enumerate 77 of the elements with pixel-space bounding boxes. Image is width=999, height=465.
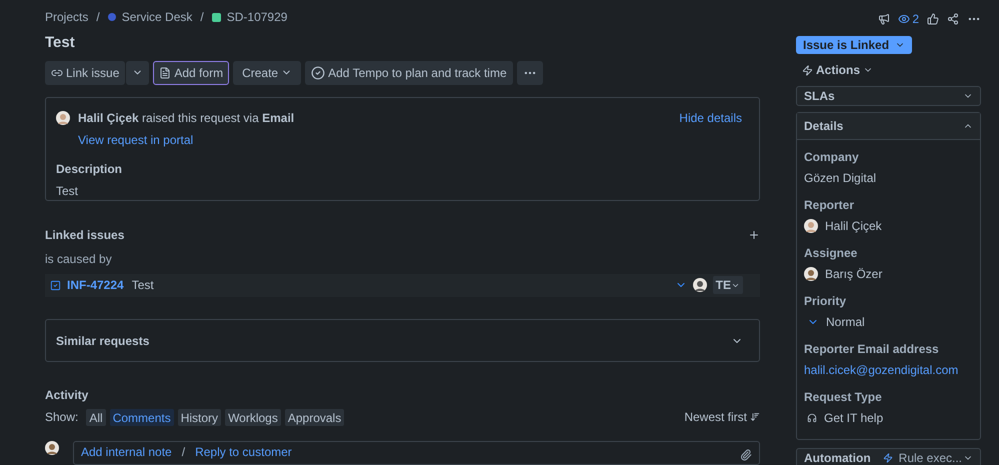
lightning-icon	[802, 64, 813, 76]
issue-title: Test	[45, 33, 76, 53]
panel-heading: SLAs	[804, 88, 835, 105]
field-label: Priority	[804, 293, 848, 310]
field-label: Request Type	[804, 389, 883, 406]
filter-tab[interactable]: All	[86, 408, 106, 426]
hide-details-link[interactable]: Hide details	[679, 108, 742, 126]
project-icon	[108, 13, 116, 21]
comment-box[interactable]: Add internal note / Reply to customer	[73, 441, 760, 465]
tempo-button[interactable]: Add Tempo to plan and track time	[305, 60, 513, 84]
avatar	[804, 219, 818, 233]
linked-issue-row[interactable]: INF-47224 Test TE	[45, 274, 760, 298]
avatar	[45, 441, 59, 455]
description-label: Description	[56, 160, 124, 178]
avatar	[692, 278, 707, 292]
field-label: Assignee	[804, 245, 858, 262]
field-value: Barış Özer	[825, 266, 882, 283]
email-link[interactable]: halil.cicek@gozendigital.com	[804, 361, 958, 379]
field-label: Company	[804, 149, 860, 166]
form-icon	[159, 66, 172, 78]
status-dropdown[interactable]: TE	[712, 276, 743, 294]
panel-heading: Automation	[804, 450, 871, 465]
eye-icon	[898, 13, 910, 25]
check-circle-icon	[311, 66, 326, 80]
actions-button[interactable]: Actions	[796, 61, 880, 79]
headset-icon	[807, 413, 817, 423]
attachment-icon	[740, 449, 752, 461]
breadcrumb-separator: /	[200, 9, 204, 26]
panel-heading: Details	[804, 118, 844, 135]
field-value: Halil Çiçek	[825, 218, 882, 235]
request-summary: Halil Çiçek raised this request via Email	[78, 110, 294, 126]
link-issue-button[interactable]: Link issue	[45, 60, 126, 84]
relation-label: is caused by	[45, 250, 113, 268]
filter-tab[interactable]: Comments	[110, 408, 174, 426]
add-icon[interactable]	[748, 228, 760, 240]
breadcrumb-link[interactable]: SD-107929	[226, 8, 288, 26]
issue-key-link[interactable]: INF-47224	[67, 276, 124, 294]
status-button[interactable]: Issue is Linked	[796, 36, 912, 54]
show-label: Show:	[45, 409, 78, 426]
similar-requests-heading: Similar requests	[56, 332, 150, 350]
avatar	[804, 267, 818, 281]
field-value: Normal	[826, 314, 865, 331]
filter-tab[interactable]: Approvals	[284, 408, 344, 426]
sla-panel[interactable]: SLAs	[796, 86, 981, 106]
field-label: Reporter Email address	[804, 341, 940, 358]
issue-summary: Test	[132, 277, 154, 294]
filter-tab[interactable]: Worklogs	[225, 408, 281, 426]
reply-link: Reply to customer	[195, 444, 292, 461]
activity-heading: Activity	[45, 387, 90, 404]
field-value: Gözen Digital	[804, 170, 876, 187]
share-icon[interactable]	[947, 13, 959, 25]
sort-button[interactable]: Newest first	[684, 408, 760, 426]
megaphone-icon[interactable]	[878, 13, 890, 25]
more-button[interactable]	[516, 60, 543, 84]
filter-tab[interactable]: History	[178, 408, 222, 426]
add-form-button[interactable]: Add form	[153, 60, 230, 84]
portal-link[interactable]: View request in portal	[78, 130, 749, 148]
lightning-icon	[882, 453, 893, 463]
similar-requests-panel[interactable]: Similar requests	[45, 319, 760, 362]
avatar	[56, 110, 70, 124]
breadcrumb-separator: /	[96, 9, 100, 26]
separator: /	[182, 444, 186, 461]
task-icon	[50, 280, 61, 291]
create-button[interactable]: Create	[233, 60, 302, 84]
watchers-button[interactable]: 2	[898, 10, 919, 28]
issue-type-icon	[212, 12, 221, 22]
linked-issues-heading: Linked issues	[45, 226, 124, 244]
sort-icon	[750, 412, 760, 422]
thumbs-up-icon[interactable]	[927, 13, 939, 25]
automation-status: Rule exec...	[898, 450, 962, 465]
breadcrumb-link[interactable]: Service Desk	[122, 8, 192, 26]
field-value: Get IT help	[824, 410, 884, 427]
description-text: Test	[56, 182, 80, 200]
automation-panel[interactable]: Automation Rule exec...	[796, 448, 981, 465]
breadcrumb-link[interactable]: Projects	[45, 8, 88, 26]
internal-note-link: Add internal note	[81, 444, 172, 461]
field-label: Reporter	[804, 197, 856, 214]
